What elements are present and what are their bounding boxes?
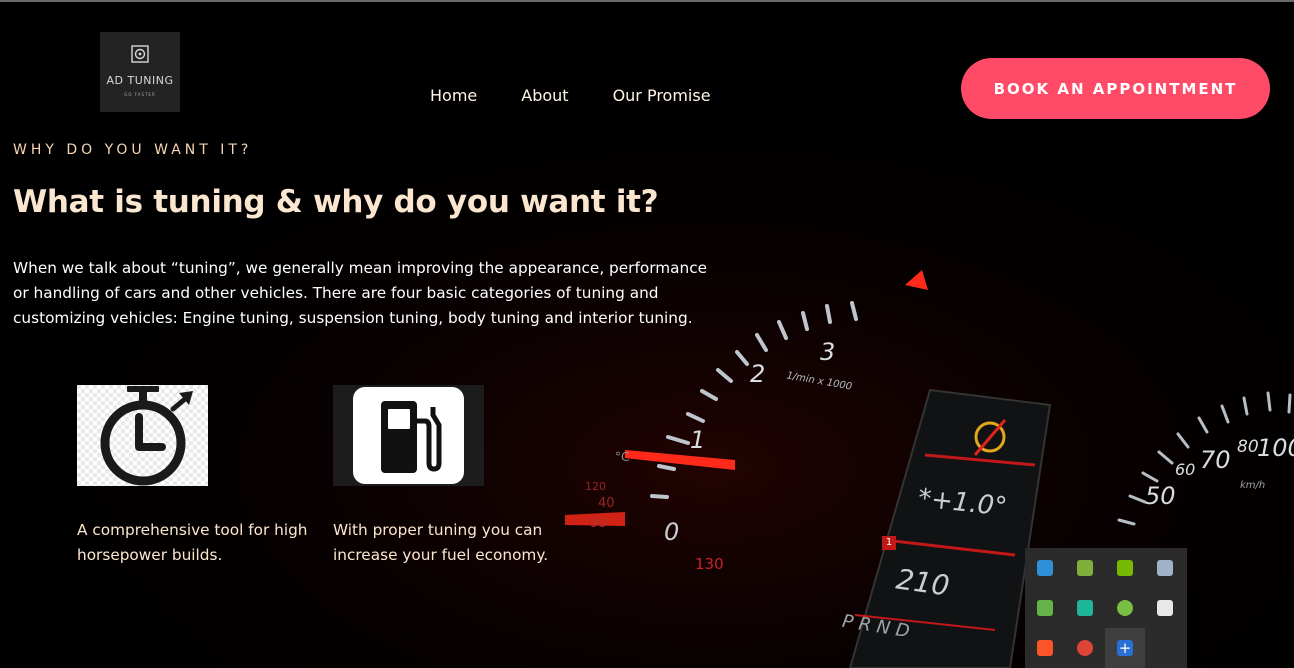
section-eyebrow: WHY DO YOU WANT IT?: [13, 142, 253, 158]
stopwatch-icon: [77, 385, 208, 486]
notepad-icon[interactable]: [1065, 548, 1105, 588]
main-nav: Home About Our Promise: [430, 86, 711, 105]
system-tray-overflow: +: [1025, 548, 1187, 668]
logo-tagline: GO FASTER: [124, 92, 156, 97]
nav-home[interactable]: Home: [430, 86, 477, 105]
turbo-icon: [131, 45, 149, 63]
logo-name: AD TUNING: [106, 74, 174, 87]
add-icon[interactable]: +: [1105, 628, 1145, 668]
nav-our-promise[interactable]: Our Promise: [613, 86, 711, 105]
laptop-icon[interactable]: [1145, 548, 1185, 588]
gpu-icon[interactable]: [1025, 588, 1065, 628]
utorrent-icon[interactable]: [1105, 588, 1145, 628]
site-logo[interactable]: AD TUNING GO FASTER: [100, 32, 180, 112]
fuel-pump-icon: [333, 385, 484, 486]
nav-about[interactable]: About: [521, 86, 568, 105]
feature-text-horsepower: A comprehensive tool for high horsepower…: [77, 521, 308, 564]
chrome-icon[interactable]: [1065, 628, 1105, 668]
brave-icon[interactable]: [1025, 628, 1065, 668]
book-appointment-button[interactable]: BOOK AN APPOINTMENT: [961, 58, 1270, 119]
section-intro: When we talk about “tuning”, we generall…: [13, 259, 708, 327]
section-title: What is tuning & why do you want it?: [13, 184, 659, 220]
security-shield-icon[interactable]: [1145, 588, 1185, 628]
feature-text-fuel-economy: With proper tuning you can increase your…: [333, 521, 549, 564]
network-icon[interactable]: [1025, 548, 1065, 588]
cast-icon[interactable]: [1065, 588, 1105, 628]
nvidia-icon[interactable]: [1105, 548, 1145, 588]
